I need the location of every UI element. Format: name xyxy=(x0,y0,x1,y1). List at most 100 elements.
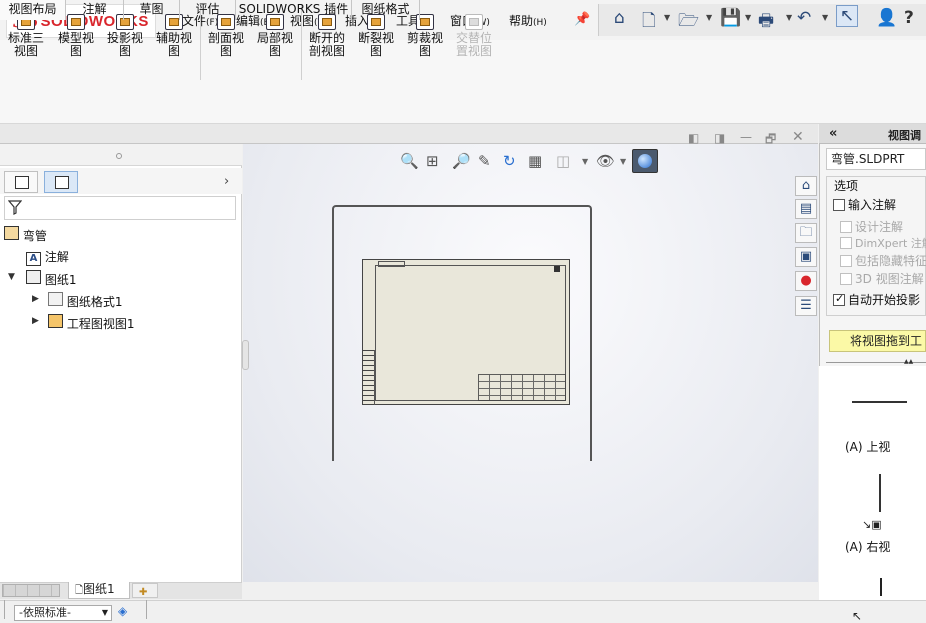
checkbox-icon xyxy=(840,221,852,233)
hide-show-icon[interactable]: 👁 xyxy=(596,152,615,170)
save-icon[interactable]: 💾 xyxy=(720,8,741,28)
undo-icon[interactable]: ↶ xyxy=(797,8,811,28)
sheet-tab-1[interactable]: 🗋图纸1 xyxy=(68,582,130,599)
top-view-label[interactable]: (A) 上视 xyxy=(845,438,890,455)
detail-view-button[interactable]: 局部视图 xyxy=(251,14,299,58)
checkbox-icon xyxy=(840,273,852,285)
restore-icon[interactable]: 🗗 xyxy=(765,130,776,151)
section-view-button[interactable]: 剖面视图 xyxy=(202,14,250,58)
splitter-handle-icon[interactable] xyxy=(116,153,122,159)
user-icon[interactable]: 👤 xyxy=(876,8,897,28)
tab-view-layout[interactable]: 视图布局 xyxy=(0,0,66,20)
sketch-pencil-icon[interactable]: ✎ xyxy=(478,152,491,170)
display-style-icon[interactable]: ◫ xyxy=(556,152,570,170)
chevron-down-icon[interactable]: ▼ xyxy=(582,157,588,166)
filter-icon[interactable] xyxy=(8,200,22,215)
redraw-icon[interactable]: ↻ xyxy=(503,152,516,170)
projected-view-button[interactable]: 投影视图 xyxy=(101,14,149,58)
feature-manager-tab[interactable] xyxy=(4,171,38,193)
add-sheet-button[interactable]: ✚ xyxy=(132,583,158,598)
auxiliary-view-button[interactable]: 辅助视图 xyxy=(150,14,198,58)
broken-out-section-button[interactable]: 断开的 剖视图 xyxy=(303,14,351,58)
file-explorer-icon[interactable]: 🗀 xyxy=(795,223,817,243)
next-view-thumbnail[interactable] xyxy=(880,578,882,596)
right-view-thumbnail[interactable] xyxy=(879,474,881,512)
checkbox-icon xyxy=(833,199,845,211)
right-view-label[interactable]: (A) 右视 xyxy=(845,538,890,555)
tree-item-sheet[interactable]: 图纸1 xyxy=(26,270,76,288)
open-folder-icon[interactable]: 🗁 xyxy=(678,8,699,37)
break-view-button[interactable]: 断裂视图 xyxy=(352,14,400,58)
3d-view-annotations-checkbox[interactable]: 3D 视图注解 xyxy=(840,270,924,287)
checkbox-icon xyxy=(840,255,852,267)
import-annotations-checkbox[interactable]: 输入注解 xyxy=(833,196,896,213)
zoom-to-area-icon[interactable]: ⊞ xyxy=(426,152,439,170)
next-window-icon[interactable]: ◨ xyxy=(714,131,725,145)
pin-icon[interactable]: 📌 xyxy=(574,12,590,27)
appearance-icon[interactable] xyxy=(632,149,658,173)
chevron-down-icon[interactable]: ▼ xyxy=(822,13,828,22)
tree-filter-input[interactable] xyxy=(4,196,236,220)
previous-window-icon[interactable]: ◧ xyxy=(688,131,699,145)
dimxpert-annotations-checkbox[interactable]: DimXpert 注解 xyxy=(840,235,926,251)
auto-start-projected-view-checkbox[interactable]: 自动开始投影 xyxy=(833,291,920,308)
drawing-document-icon xyxy=(4,226,19,240)
status-bar xyxy=(0,600,926,619)
sheet-corner-tab xyxy=(378,261,405,267)
custom-properties-icon[interactable]: ☰ xyxy=(795,296,817,316)
standard-3-view-button[interactable]: 标准三 视图 xyxy=(2,14,50,58)
zoom-to-fit-icon[interactable]: 🔍 xyxy=(400,152,419,170)
collapse-arrow-icon[interactable]: ▶ xyxy=(32,316,39,326)
tab-sketch[interactable]: 草图 xyxy=(124,0,180,20)
tree-item-part[interactable]: 弯管 xyxy=(4,226,47,244)
minimize-icon[interactable]: — xyxy=(740,130,752,144)
chevron-down-icon[interactable]: ▼ xyxy=(786,13,792,22)
include-hidden-features-checkbox[interactable]: 包括隐藏特征 xyxy=(840,252,926,269)
design-library-icon[interactable]: ▤ xyxy=(795,199,817,219)
resize-grip-icon[interactable]: ▲▲ xyxy=(904,358,913,365)
tab-annotation[interactable]: 注解 xyxy=(66,0,124,20)
sheet-icon xyxy=(26,270,41,284)
help-icon[interactable]: ? xyxy=(904,8,914,28)
crop-view-button[interactable]: 剪裁视图 xyxy=(401,14,449,58)
print-icon[interactable]: 🖶 xyxy=(758,8,774,37)
top-view-thumbnail[interactable] xyxy=(852,401,907,403)
tree-item-drawing-view[interactable]: 工程图视图1 xyxy=(48,314,134,332)
alternate-position-view-button[interactable]: 交替位 置视图 xyxy=(450,14,498,58)
tab-solidworks-addins[interactable]: SOLIDWORKS 插件 xyxy=(236,0,352,20)
model-view-button[interactable]: 模型视图 xyxy=(52,14,100,58)
title-block xyxy=(478,374,566,401)
panel-collapse-handle[interactable] xyxy=(242,340,249,370)
sheet-tab-icon: 🗋 xyxy=(75,585,84,596)
design-library-home-icon[interactable]: ⌂ xyxy=(795,176,817,196)
chevron-down-icon[interactable]: ▼ xyxy=(620,157,626,166)
view-palette-icon[interactable]: ▣ xyxy=(795,247,817,267)
mouse-cursor-icon: ↖ xyxy=(852,609,863,623)
expand-arrow-icon[interactable]: ▼ xyxy=(8,272,15,282)
tab-evaluate[interactable]: 评估 xyxy=(180,0,236,20)
collapse-arrow-icon[interactable]: ▶ xyxy=(32,294,39,304)
select-pointer-icon[interactable]: ↖ xyxy=(836,5,858,27)
part-select[interactable]: 弯管.SLDPRT xyxy=(826,148,926,170)
chevron-right-icon[interactable]: › xyxy=(224,174,229,189)
annotation-icon: A xyxy=(26,252,41,266)
double-chevron-left-icon[interactable]: « xyxy=(829,126,837,141)
close-icon[interactable]: ✕ xyxy=(792,129,804,145)
chevron-down-icon[interactable]: ▼ xyxy=(745,13,751,22)
appearances-icon[interactable]: ● xyxy=(795,271,817,291)
property-manager-tab[interactable] xyxy=(44,171,78,193)
chevron-down-icon[interactable]: ▼ xyxy=(706,13,712,22)
new-document-icon[interactable]: 🗋 xyxy=(642,8,656,37)
design-annotations-checkbox[interactable]: 设计注解 xyxy=(840,218,903,235)
home-icon[interactable]: ⌂ xyxy=(614,8,625,28)
sheet-navigation-arrows[interactable] xyxy=(2,584,60,597)
tab-sheet-format[interactable]: 图纸格式 xyxy=(352,0,420,20)
tree-item-annotations[interactable]: A 注解 xyxy=(26,248,69,266)
checkbox-icon xyxy=(840,237,852,249)
menu-help[interactable]: 帮助(H) xyxy=(509,12,547,29)
display-settings-icon[interactable]: ▦ xyxy=(528,152,542,170)
layer-icon[interactable]: ◈ xyxy=(118,604,127,618)
chevron-down-icon[interactable]: ▼ xyxy=(664,13,670,22)
tree-item-sheet-format[interactable]: 图纸格式1 xyxy=(48,292,122,310)
zoom-in-out-icon[interactable]: 🔎 xyxy=(452,152,471,170)
